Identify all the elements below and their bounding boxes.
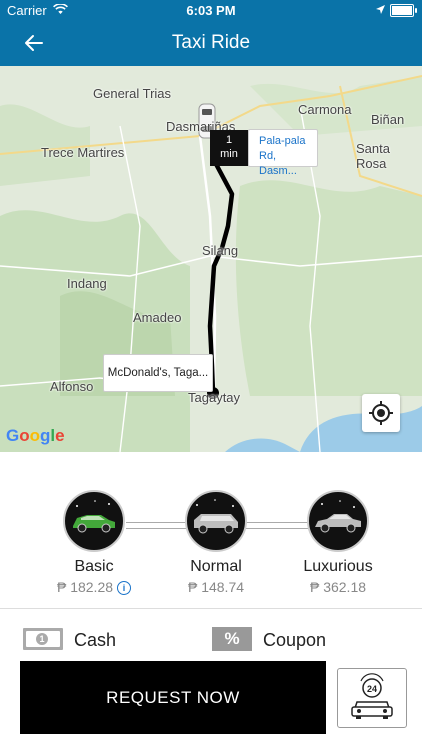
vehicle-option-basic[interactable]: Basic ₱ 182.28 i [34, 490, 154, 595]
pickup-callout[interactable]: Pala-pala Rd, Dasm... [248, 129, 318, 177]
map-place-label: General Trias [93, 86, 172, 101]
cash-label: Cash [74, 630, 117, 650]
map-view[interactable]: General Trias Dasmariñas Carmona Biñan T… [0, 66, 422, 452]
google-logo: Google [6, 426, 65, 445]
crosshair-icon [369, 401, 393, 425]
destination-label: McDonald's, Taga... [107, 367, 209, 379]
van-icon [185, 490, 247, 552]
map-place-label: Silang [202, 243, 239, 258]
map-place-label: Carmona [298, 102, 352, 117]
map-place-label: Biñan [371, 112, 405, 127]
battery-icon [390, 4, 417, 17]
eta-badge: 1 min [210, 130, 248, 166]
vehicle-name: Basic [74, 558, 114, 575]
map-place-label: Trece Martires [41, 145, 125, 160]
coupon-icon: % [212, 627, 252, 651]
nav-bar: Taxi Ride [0, 20, 422, 66]
status-time: 6:03 PM [186, 3, 236, 18]
vehicle-price: ₱ 362.18 [309, 579, 367, 595]
svg-text:24: 24 [367, 684, 377, 694]
map-place-label: Santa Rosa [356, 141, 390, 171]
map-place-label: Tagaytay [188, 390, 241, 405]
map-place-label: Alfonso [50, 379, 94, 394]
sedan-icon [307, 490, 369, 552]
vehicle-name: Luxurious [303, 558, 373, 575]
payment-cash-option[interactable]: 1 Cash [23, 625, 153, 655]
vehicle-price: ₱ 148.74 [187, 579, 245, 595]
map-place-label: Indang [67, 276, 107, 291]
page-title: Taxi Ride [171, 32, 251, 53]
map-place-label: Amadeo [133, 310, 182, 325]
location-arrow-icon [376, 5, 385, 14]
eta-unit: min [220, 148, 238, 160]
vehicle-option-luxurious[interactable]: Luxurious ₱ 362.18 [278, 490, 398, 595]
pickup-line2: Rd, Dasm... [259, 150, 297, 177]
eta-value: 1 [225, 134, 233, 146]
coupon-label: Coupon [263, 630, 327, 650]
payment-coupon-option[interactable]: % Coupon [212, 625, 352, 655]
vehicle-selector: Basic ₱ 182.28 i Normal ₱ 148.74 Luxurio… [0, 452, 422, 608]
pickup-line1: Pala-pala [259, 135, 306, 147]
cash-icon: 1 [23, 628, 63, 650]
divider [0, 608, 422, 609]
vehicle-option-normal[interactable]: Normal ₱ 148.74 [156, 490, 276, 595]
info-icon[interactable]: i [117, 581, 132, 595]
my-location-button[interactable] [362, 394, 400, 432]
destination-callout[interactable]: McDonald's, Taga... [103, 354, 213, 392]
request-now-label: REQUEST NOW [106, 687, 240, 707]
status-bar: Carrier 6:03 PM [0, 0, 422, 20]
request-now-button[interactable]: REQUEST NOW [20, 661, 326, 734]
car-24h-icon: 24 [351, 673, 393, 719]
schedule-ride-button[interactable]: 24 [337, 668, 407, 728]
vehicle-price: ₱ 182.28 [56, 579, 114, 595]
car-icon [63, 490, 125, 552]
vehicle-name: Normal [190, 558, 242, 575]
